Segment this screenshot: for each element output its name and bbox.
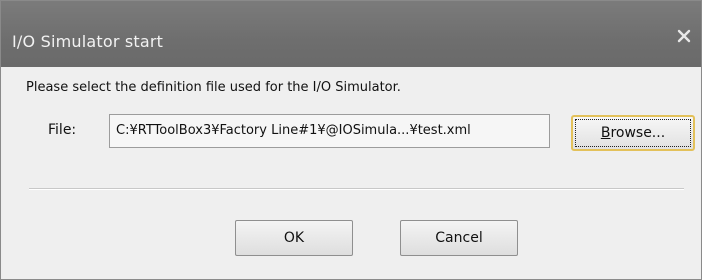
file-path-field[interactable]: C:¥RTToolBox3¥Factory Line#1¥@IOSimula..… — [109, 114, 550, 148]
io-simulator-start-dialog: I/O Simulator start Please select the de… — [0, 0, 702, 280]
dialog-title: I/O Simulator start — [12, 32, 164, 51]
ok-button[interactable]: OK — [235, 220, 353, 256]
close-icon[interactable] — [675, 27, 693, 45]
title-bar[interactable]: I/O Simulator start — [1, 1, 701, 67]
browse-button-focus-ring: Browse... — [575, 119, 691, 147]
browse-label: rowse... — [610, 125, 666, 141]
browse-button[interactable]: Browse... — [571, 115, 695, 151]
separator — [29, 188, 684, 190]
cancel-button[interactable]: Cancel — [400, 220, 518, 256]
file-label: File: — [48, 122, 77, 138]
instruction-text: Please select the definition file used f… — [26, 80, 401, 95]
browse-mnemonic: B — [600, 125, 611, 141]
